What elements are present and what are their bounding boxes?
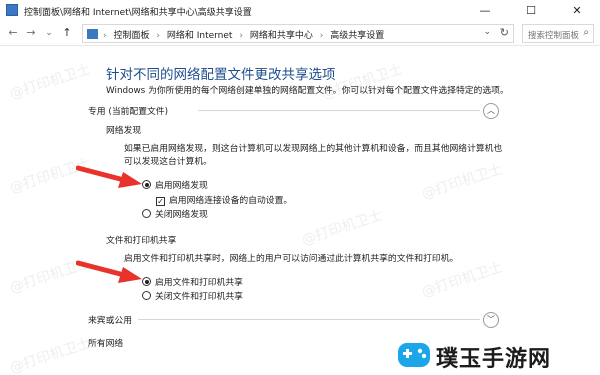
breadcrumb-item-advanced-sharing[interactable]: 高级共享设置 [330, 31, 384, 41]
search-placeholder[interactable]: 搜索控制面板 [528, 29, 579, 41]
logo-text: 璞玉手游网 [436, 347, 552, 372]
up-arrow-icon[interactable]: ↑ [60, 25, 74, 41]
address-control-panel-icon [87, 29, 98, 39]
breadcrumb-root-chevron-icon[interactable]: › [103, 31, 107, 41]
forward-arrow-icon[interactable]: → [24, 25, 38, 41]
annotation-arrow-icon [76, 165, 142, 188]
disable-file-sharing-radio[interactable]: 关闭文件和打印机共享 [142, 289, 243, 302]
disable-network-discovery-label[interactable]: 关闭网络发现 [155, 210, 208, 220]
all-networks-section-title[interactable]: 所有网络 [88, 336, 123, 349]
navigation-bar: ← → ⌄ ↑ › 控制面板 › 网络和 Internet › 网络和共享中心 … [0, 22, 600, 46]
gamepad-logo-icon [398, 343, 430, 367]
back-arrow-icon[interactable]: ← [6, 25, 20, 41]
section-divider [138, 319, 480, 320]
enable-network-discovery-radio[interactable]: 启用网络发现 [142, 178, 208, 191]
window-title: 控制面板\网络和 Internet\网络和共享中心\高级共享设置 [24, 8, 252, 18]
watermark: @打印机卫士 [299, 207, 385, 249]
disable-network-discovery-radio[interactable]: 关闭网络发现 [142, 207, 208, 220]
maximize-button[interactable]: ☐ [508, 0, 554, 22]
close-button[interactable]: ✕ [554, 0, 600, 22]
private-section-title[interactable]: 专用 (当前配置文件) [88, 104, 168, 117]
address-dropdown-icon[interactable]: ⌄ [483, 27, 491, 37]
breadcrumb: › 控制面板 › 网络和 Internet › 网络和共享中心 › 高级共享设置 [103, 28, 384, 41]
enable-network-discovery-label[interactable]: 启用网络发现 [155, 181, 208, 191]
checkmark-icon[interactable]: ✓ [156, 197, 165, 206]
radio-unselected-indicator[interactable] [142, 209, 151, 218]
breadcrumb-item-network-internet[interactable]: 网络和 Internet [167, 31, 233, 41]
watermark: @打印机卫士 [7, 61, 93, 103]
watermark: @打印机卫士 [7, 335, 93, 375]
file-printer-sharing-description: 启用文件和打印机共享时，网络上的用户可以访问通过此计算机共享的文件和打印机。 [124, 254, 459, 264]
annotation-arrow-icon [76, 260, 142, 283]
address-bar[interactable]: › 控制面板 › 网络和 Internet › 网络和共享中心 › 高级共享设置… [82, 24, 514, 43]
minimize-button[interactable]: — [462, 0, 508, 22]
site-logo: 璞玉手游网 [396, 337, 596, 375]
auto-setup-checkbox[interactable]: ✓ 启用网络连接设备的自动设置。 [156, 193, 292, 206]
page-title: 针对不同的网络配置文件更改共享选项 [106, 67, 336, 83]
breadcrumb-item-control-panel[interactable]: 控制面板 [113, 31, 149, 41]
page-intro: Windows 为你所使用的每个网络创建单独的网络配置文件。你可以针对每个配置文… [106, 86, 509, 96]
auto-setup-label[interactable]: 启用网络连接设备的自动设置。 [169, 196, 292, 206]
breadcrumb-separator-icon[interactable]: › [156, 31, 160, 41]
enable-file-sharing-radio[interactable]: 启用文件和打印机共享 [142, 275, 243, 288]
disable-file-sharing-label[interactable]: 关闭文件和打印机共享 [155, 292, 243, 302]
control-panel-icon [6, 4, 18, 16]
title-bar: 控制面板\网络和 Internet\网络和共享中心\高级共享设置 — ☐ ✕ [0, 0, 600, 22]
radio-unselected-indicator[interactable] [142, 291, 151, 300]
refresh-icon[interactable]: ↻ [500, 26, 509, 39]
network-discovery-description: 如果已启用网络发现，则这台计算机可以发现网络上的其他计算机和设备，而且其他网络计… [124, 144, 503, 167]
search-icon[interactable]: ⌕ [583, 27, 589, 38]
file-printer-sharing-title: 文件和打印机共享 [106, 236, 177, 246]
content-area: @打印机卫士 @打印机卫士 @打印机卫士 @打印机卫士 @打印机卫士 @打印机卫… [0, 47, 600, 375]
network-discovery-title: 网络发现 [106, 126, 142, 136]
recent-locations-chevron-icon[interactable]: ⌄ [42, 25, 56, 41]
search-box[interactable]: 搜索控制面板 ⌕ [522, 24, 594, 43]
section-divider [198, 110, 480, 111]
collapse-private-chevron-icon[interactable]: ︿ [483, 103, 499, 119]
breadcrumb-item-network-sharing-center[interactable]: 网络和共享中心 [250, 31, 313, 41]
enable-file-sharing-label[interactable]: 启用文件和打印机共享 [155, 278, 243, 288]
breadcrumb-separator-icon[interactable]: › [239, 31, 243, 41]
breadcrumb-separator-icon[interactable]: › [320, 31, 324, 41]
expand-guest-chevron-icon[interactable]: ﹀ [483, 312, 499, 328]
guest-section-title[interactable]: 来宾或公用 [88, 313, 132, 326]
